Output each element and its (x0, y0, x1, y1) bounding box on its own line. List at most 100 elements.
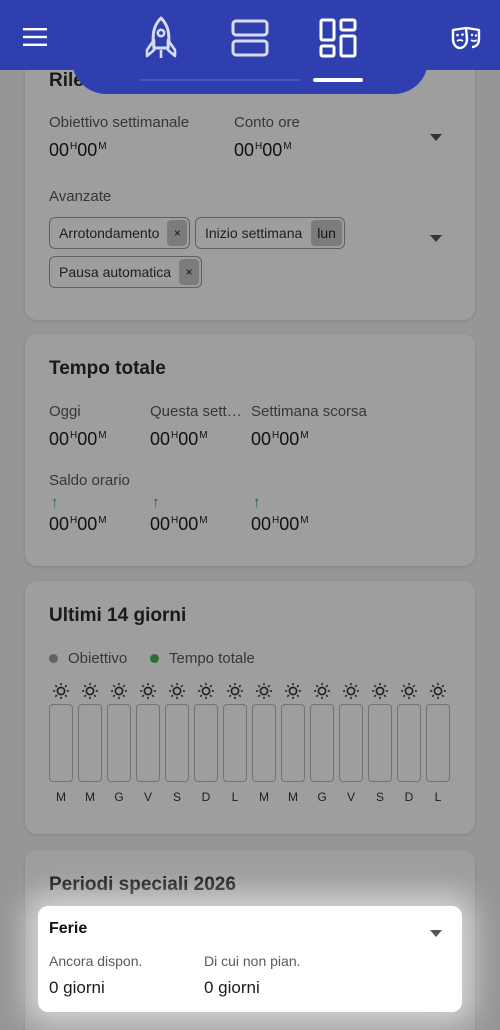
day-label: V (143, 790, 152, 804)
day-bar (397, 704, 421, 782)
advanced-label: Avanzate (49, 188, 112, 205)
up-arrow-icon: ↑ (51, 494, 59, 511)
legend-total-label: Tempo totale (169, 650, 255, 667)
day-column[interactable]: M (281, 682, 305, 807)
tab-dashboard[interactable] (316, 16, 360, 60)
day-label: G (317, 790, 327, 804)
unplanned-value: 0 giorni (204, 978, 260, 997)
legend-goal-label: Obiettivo (68, 650, 128, 667)
day-bar (252, 704, 276, 782)
day-label: L (231, 790, 239, 804)
total-time-card: Tempo totale Oggi Questa sett… Settimana… (25, 334, 475, 566)
holidays-panel[interactable]: Ferie Ancora dispon. 0 giorni Di cui non… (38, 906, 462, 1012)
theater-masks-icon (451, 26, 481, 50)
legend-total-dot (150, 654, 159, 663)
legend-goal-dot (49, 654, 58, 663)
day-label: M (259, 790, 269, 804)
expand-advanced-icon[interactable] (430, 235, 442, 242)
day-label: L (434, 790, 442, 804)
last-14-days-card: Ultimi 14 giorni Obiettivo Tempo totale … (25, 581, 475, 834)
day-column[interactable]: L (426, 682, 450, 807)
day-bar (339, 704, 363, 782)
tab-rocket[interactable] (138, 14, 184, 62)
expand-holidays-icon[interactable] (430, 930, 442, 937)
day-column[interactable]: M (252, 682, 276, 807)
day-column[interactable]: G (310, 682, 334, 807)
unplanned-label: Di cui non pian. (204, 953, 301, 969)
day-label: M (288, 790, 298, 804)
sun-icon (139, 682, 157, 700)
sun-icon (342, 682, 360, 700)
total-time-title: Tempo totale (49, 358, 166, 379)
balance-last-week-value: 00H00M (251, 514, 309, 534)
day-column[interactable]: L (223, 682, 247, 807)
day-bar (107, 704, 131, 782)
day-bar (78, 704, 102, 782)
last-week-value: 00H00M (251, 429, 309, 449)
chip-week-start[interactable]: Inizio settimana lun (195, 217, 345, 249)
sun-icon (429, 682, 447, 700)
day-label: V (346, 790, 355, 804)
day-label: M (56, 790, 66, 804)
last-14-days-title: Ultimi 14 giorni (49, 605, 187, 626)
day-column[interactable]: S (368, 682, 392, 807)
sun-icon (168, 682, 186, 700)
day-label: S (172, 790, 181, 804)
day-bar (49, 704, 73, 782)
tab-rows[interactable] (228, 16, 272, 60)
day-label: D (201, 790, 211, 804)
day-bar (165, 704, 189, 782)
week-start-value[interactable]: lun (311, 220, 342, 246)
weekly-goal-label: Obiettivo settimanale (49, 114, 190, 131)
day-bar (426, 704, 450, 782)
expand-goals-icon[interactable] (430, 134, 442, 141)
day-column[interactable]: D (194, 682, 218, 807)
day-column[interactable]: S (165, 682, 189, 807)
hours-account-value[interactable]: 00H00M (234, 140, 292, 161)
remove-rounding-button[interactable]: × (167, 220, 188, 246)
day-column[interactable]: V (339, 682, 363, 807)
last-week-label: Settimana scorsa (251, 403, 367, 420)
rocket-icon (145, 16, 177, 58)
day-column[interactable]: M (78, 682, 102, 807)
today-value: 00H00M (49, 429, 107, 449)
day-label: M (85, 790, 95, 804)
sun-icon (81, 682, 99, 700)
theme-button[interactable] (448, 22, 484, 54)
day-column[interactable]: V (136, 682, 160, 807)
day-bar (310, 704, 334, 782)
tab-track (140, 79, 300, 81)
day-label: D (404, 790, 414, 804)
sun-icon (197, 682, 215, 700)
this-week-label: Questa sett… (150, 403, 242, 420)
sun-icon (226, 682, 244, 700)
remaining-label: Ancora dispon. (49, 953, 143, 969)
remaining-value: 0 giorni (49, 978, 105, 997)
hamburger-menu-icon (23, 28, 47, 46)
balance-today-value: 00H00M (49, 514, 107, 534)
day-bar (223, 704, 247, 782)
sun-icon (255, 682, 273, 700)
sun-icon (400, 682, 418, 700)
sun-icon (284, 682, 302, 700)
up-arrow-icon: ↑ (253, 494, 261, 511)
holidays-title: Ferie (49, 920, 88, 937)
chip-auto-pause[interactable]: Pausa automatica × (49, 256, 203, 288)
today-label: Oggi (49, 403, 81, 420)
weekly-goal-value[interactable]: 00H00M (49, 140, 107, 161)
menu-button[interactable] (18, 22, 52, 52)
day-bar (194, 704, 218, 782)
chip-rounding[interactable]: Arrotondamento × (49, 217, 191, 249)
remove-auto-pause-button[interactable]: × (179, 259, 200, 285)
day-column[interactable]: G (107, 682, 131, 807)
sun-icon (110, 682, 128, 700)
day-column[interactable]: M (49, 682, 73, 807)
tab-indicator (313, 78, 363, 82)
sun-icon (371, 682, 389, 700)
day-bar (368, 704, 392, 782)
day-bar (136, 704, 160, 782)
special-periods-title: Periodi speciali 2026 (49, 874, 236, 895)
day-bar (281, 704, 305, 782)
sun-icon (313, 682, 331, 700)
day-column[interactable]: D (397, 682, 421, 807)
